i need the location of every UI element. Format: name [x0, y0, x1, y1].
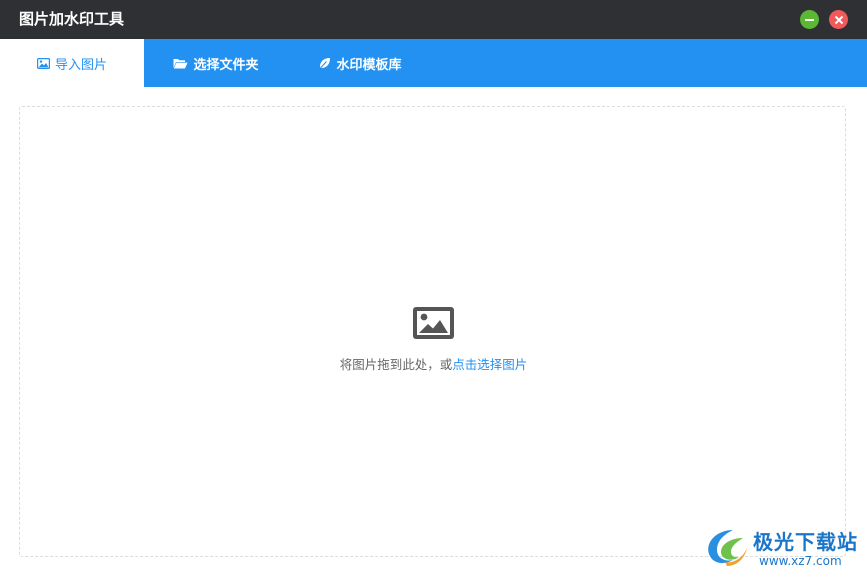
folder-open-icon — [173, 58, 189, 69]
title-bar[interactable]: 图片加水印工具 — [0, 0, 867, 39]
site-url: www.xz7.com — [759, 554, 842, 568]
select-image-link[interactable]: 点击选择图片 — [452, 357, 527, 372]
tab-import-images[interactable]: 导入图片 — [0, 39, 144, 87]
site-watermark-logo: 极光下载站 www.xz7.com — [703, 524, 863, 574]
leaf-icon — [318, 57, 331, 70]
minimize-button[interactable] — [800, 10, 819, 29]
tab-bar: 导入图片 选择文件夹 水印模板库 — [0, 39, 867, 87]
app-title: 图片加水印工具 — [19, 10, 125, 28]
swirl-logo-icon — [708, 530, 747, 566]
close-button[interactable] — [829, 10, 848, 29]
tab-select-folder[interactable]: 选择文件夹 — [144, 39, 288, 87]
drop-hint: 将图片拖到此处，或点击选择图片 — [0, 356, 867, 374]
tab-label: 选择文件夹 — [193, 57, 259, 73]
tab-label: 导入图片 — [54, 57, 107, 73]
site-name: 极光下载站 — [753, 530, 858, 554]
image-icon — [36, 57, 50, 69]
tab-watermark-templates[interactable]: 水印模板库 — [288, 39, 432, 87]
app-window: 图片加水印工具 导入图片 选择文件夹 水印模板库 将图片拖到此处，或点击选择图片… — [0, 0, 867, 578]
image-icon — [413, 307, 454, 339]
drop-hint-text: 将图片拖到此处，或 — [339, 357, 453, 372]
tab-label: 水印模板库 — [336, 57, 402, 73]
